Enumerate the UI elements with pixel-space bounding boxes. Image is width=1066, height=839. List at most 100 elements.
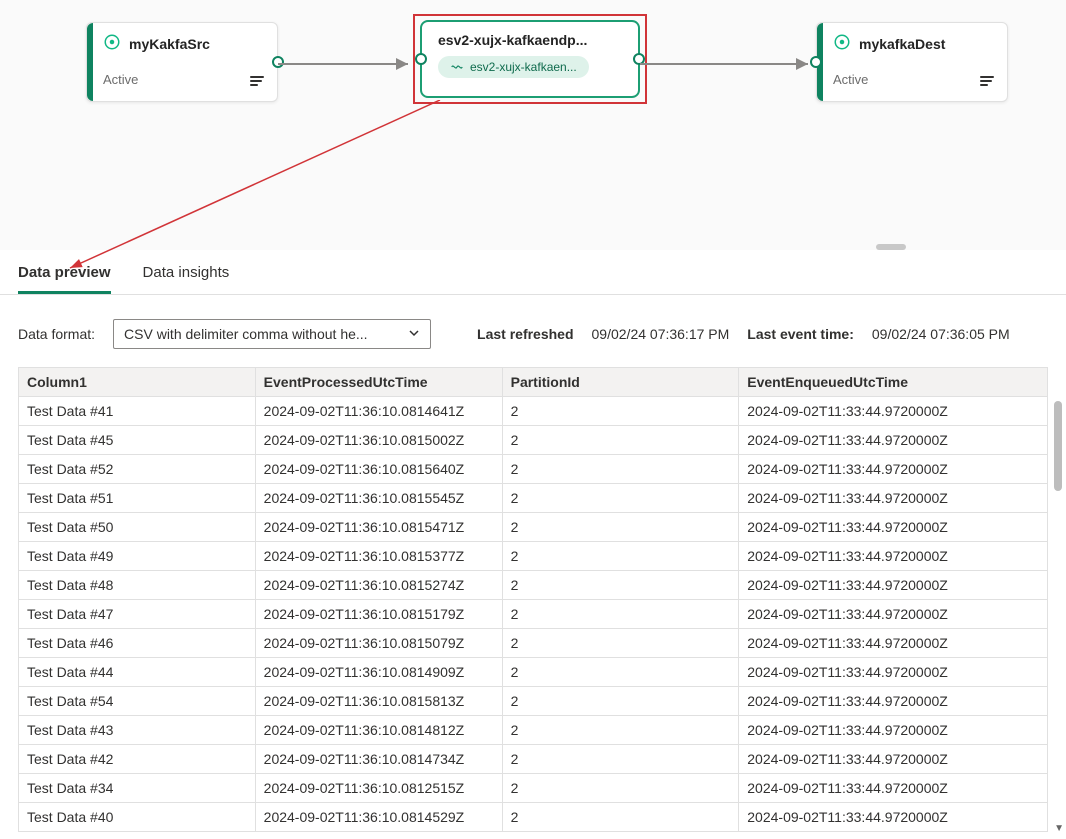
col-header[interactable]: Column1	[19, 368, 256, 397]
table-cell: 2024-09-02T11:33:44.9720000Z	[739, 716, 1048, 745]
table-cell: 2	[502, 455, 739, 484]
table-cell: 2024-09-02T11:36:10.0815813Z	[255, 687, 502, 716]
table-cell: 2024-09-02T11:36:10.0814812Z	[255, 716, 502, 745]
table-cell: 2024-09-02T11:36:10.0815377Z	[255, 542, 502, 571]
table-row[interactable]: Test Data #422024-09-02T11:36:10.0814734…	[19, 745, 1048, 774]
table-cell: 2	[502, 687, 739, 716]
col-header[interactable]: EventProcessedUtcTime	[255, 368, 502, 397]
table-row[interactable]: Test Data #482024-09-02T11:36:10.0815274…	[19, 571, 1048, 600]
table-cell: 2024-09-02T11:36:10.0815545Z	[255, 484, 502, 513]
node-destination-more-button[interactable]	[977, 71, 997, 91]
data-preview-table: Column1 EventProcessedUtcTime PartitionI…	[18, 367, 1048, 832]
table-row[interactable]: Test Data #452024-09-02T11:36:10.0815002…	[19, 426, 1048, 455]
table-cell: Test Data #34	[19, 774, 256, 803]
table-row[interactable]: Test Data #342024-09-02T11:36:10.0812515…	[19, 774, 1048, 803]
table-cell: 2024-09-02T11:36:10.0815274Z	[255, 571, 502, 600]
table-cell: 2	[502, 542, 739, 571]
table-cell: 2024-09-02T11:36:10.0814909Z	[255, 658, 502, 687]
table-cell: 2024-09-02T11:36:10.0814641Z	[255, 397, 502, 426]
last-refreshed-value: 09/02/24 07:36:17 PM	[592, 326, 730, 342]
table-cell: Test Data #49	[19, 542, 256, 571]
list-icon	[250, 76, 264, 86]
table-cell: 2024-09-02T11:33:44.9720000Z	[739, 571, 1048, 600]
table-cell: 2024-09-02T11:33:44.9720000Z	[739, 658, 1048, 687]
table-cell: Test Data #43	[19, 716, 256, 745]
table-cell: 2	[502, 513, 739, 542]
node-source-title: myKakfaSrc	[129, 36, 210, 52]
table-cell: 2024-09-02T11:33:44.9720000Z	[739, 513, 1048, 542]
data-format-label: Data format:	[18, 326, 95, 342]
node-accent-bar	[87, 23, 93, 101]
table-cell: 2024-09-02T11:36:10.0815471Z	[255, 513, 502, 542]
pipeline-canvas[interactable]: myKakfaSrc Active esv2-xujx-kafkaendp...…	[0, 0, 1066, 250]
tab-data-insights[interactable]: Data insights	[143, 264, 230, 294]
preview-tabs: Data preview Data insights	[0, 250, 1066, 295]
table-cell: Test Data #42	[19, 745, 256, 774]
node-source-status: Active	[103, 72, 265, 87]
node-source[interactable]: myKakfaSrc Active	[86, 22, 278, 102]
node-processor[interactable]: esv2-xujx-kafkaendp... esv2-xujx-kafkaen…	[420, 20, 640, 98]
table-row[interactable]: Test Data #472024-09-02T11:36:10.0815179…	[19, 600, 1048, 629]
table-row[interactable]: Test Data #432024-09-02T11:36:10.0814812…	[19, 716, 1048, 745]
table-row[interactable]: Test Data #442024-09-02T11:36:10.0814909…	[19, 658, 1048, 687]
table-cell: 2	[502, 426, 739, 455]
table-scrollbar[interactable]: ▼	[1054, 401, 1064, 832]
table-cell: 2024-09-02T11:36:10.0815002Z	[255, 426, 502, 455]
kafka-icon	[103, 33, 121, 54]
col-header[interactable]: EventEnqueuedUtcTime	[739, 368, 1048, 397]
table-row[interactable]: Test Data #412024-09-02T11:36:10.0814641…	[19, 397, 1048, 426]
edge-source-to-processor	[278, 56, 416, 76]
table-row[interactable]: Test Data #402024-09-02T11:36:10.0814529…	[19, 803, 1048, 832]
scroll-down-icon[interactable]: ▼	[1054, 823, 1064, 834]
processor-chip[interactable]: esv2-xujx-kafkaen...	[438, 56, 589, 78]
table-cell: 2	[502, 745, 739, 774]
table-cell: Test Data #44	[19, 658, 256, 687]
node-processor-title: esv2-xujx-kafkaendp...	[438, 32, 622, 48]
table-cell: Test Data #46	[19, 629, 256, 658]
table-row[interactable]: Test Data #522024-09-02T11:36:10.0815640…	[19, 455, 1048, 484]
table-cell: 2024-09-02T11:33:44.9720000Z	[739, 803, 1048, 832]
node-source-more-button[interactable]	[247, 71, 267, 91]
tab-data-preview[interactable]: Data preview	[18, 264, 111, 294]
table-cell: Test Data #48	[19, 571, 256, 600]
table-cell: 2	[502, 571, 739, 600]
table-row[interactable]: Test Data #512024-09-02T11:36:10.0815545…	[19, 484, 1048, 513]
table-cell: 2024-09-02T11:33:44.9720000Z	[739, 455, 1048, 484]
table-row[interactable]: Test Data #492024-09-02T11:36:10.0815377…	[19, 542, 1048, 571]
edge-processor-to-dest	[640, 56, 816, 76]
node-destination-title: mykafkaDest	[859, 36, 945, 52]
panel-resize-handle[interactable]	[876, 244, 906, 250]
data-preview-table-wrap: Column1 EventProcessedUtcTime PartitionI…	[0, 367, 1066, 832]
chevron-down-icon	[408, 326, 420, 342]
node-destination-status: Active	[833, 72, 995, 87]
last-event-label: Last event time:	[747, 326, 854, 342]
table-cell: 2024-09-02T11:33:44.9720000Z	[739, 397, 1048, 426]
table-cell: 2024-09-02T11:36:10.0812515Z	[255, 774, 502, 803]
table-cell: 2024-09-02T11:33:44.9720000Z	[739, 600, 1048, 629]
table-row[interactable]: Test Data #542024-09-02T11:36:10.0815813…	[19, 687, 1048, 716]
table-row[interactable]: Test Data #502024-09-02T11:36:10.0815471…	[19, 513, 1048, 542]
node-destination[interactable]: mykafkaDest Active	[816, 22, 1008, 102]
table-cell: Test Data #51	[19, 484, 256, 513]
table-cell: 2	[502, 658, 739, 687]
processor-chip-label: esv2-xujx-kafkaen...	[470, 60, 577, 74]
table-header-row: Column1 EventProcessedUtcTime PartitionI…	[19, 368, 1048, 397]
data-format-select[interactable]: CSV with delimiter comma without he...	[113, 319, 431, 349]
port-output[interactable]	[272, 56, 284, 68]
port-input[interactable]	[810, 56, 822, 68]
table-cell: 2024-09-02T11:36:10.0815640Z	[255, 455, 502, 484]
preview-controls: Data format: CSV with delimiter comma wi…	[0, 295, 1066, 367]
data-format-value: CSV with delimiter comma without he...	[124, 326, 368, 342]
port-input[interactable]	[415, 53, 427, 65]
table-cell: Test Data #50	[19, 513, 256, 542]
list-icon	[980, 76, 994, 86]
table-cell: 2024-09-02T11:33:44.9720000Z	[739, 687, 1048, 716]
scrollbar-thumb[interactable]	[1054, 401, 1062, 491]
port-output[interactable]	[633, 53, 645, 65]
table-cell: Test Data #52	[19, 455, 256, 484]
table-cell: 2024-09-02T11:36:10.0814734Z	[255, 745, 502, 774]
table-cell: 2	[502, 629, 739, 658]
col-header[interactable]: PartitionId	[502, 368, 739, 397]
table-cell: Test Data #45	[19, 426, 256, 455]
table-row[interactable]: Test Data #462024-09-02T11:36:10.0815079…	[19, 629, 1048, 658]
